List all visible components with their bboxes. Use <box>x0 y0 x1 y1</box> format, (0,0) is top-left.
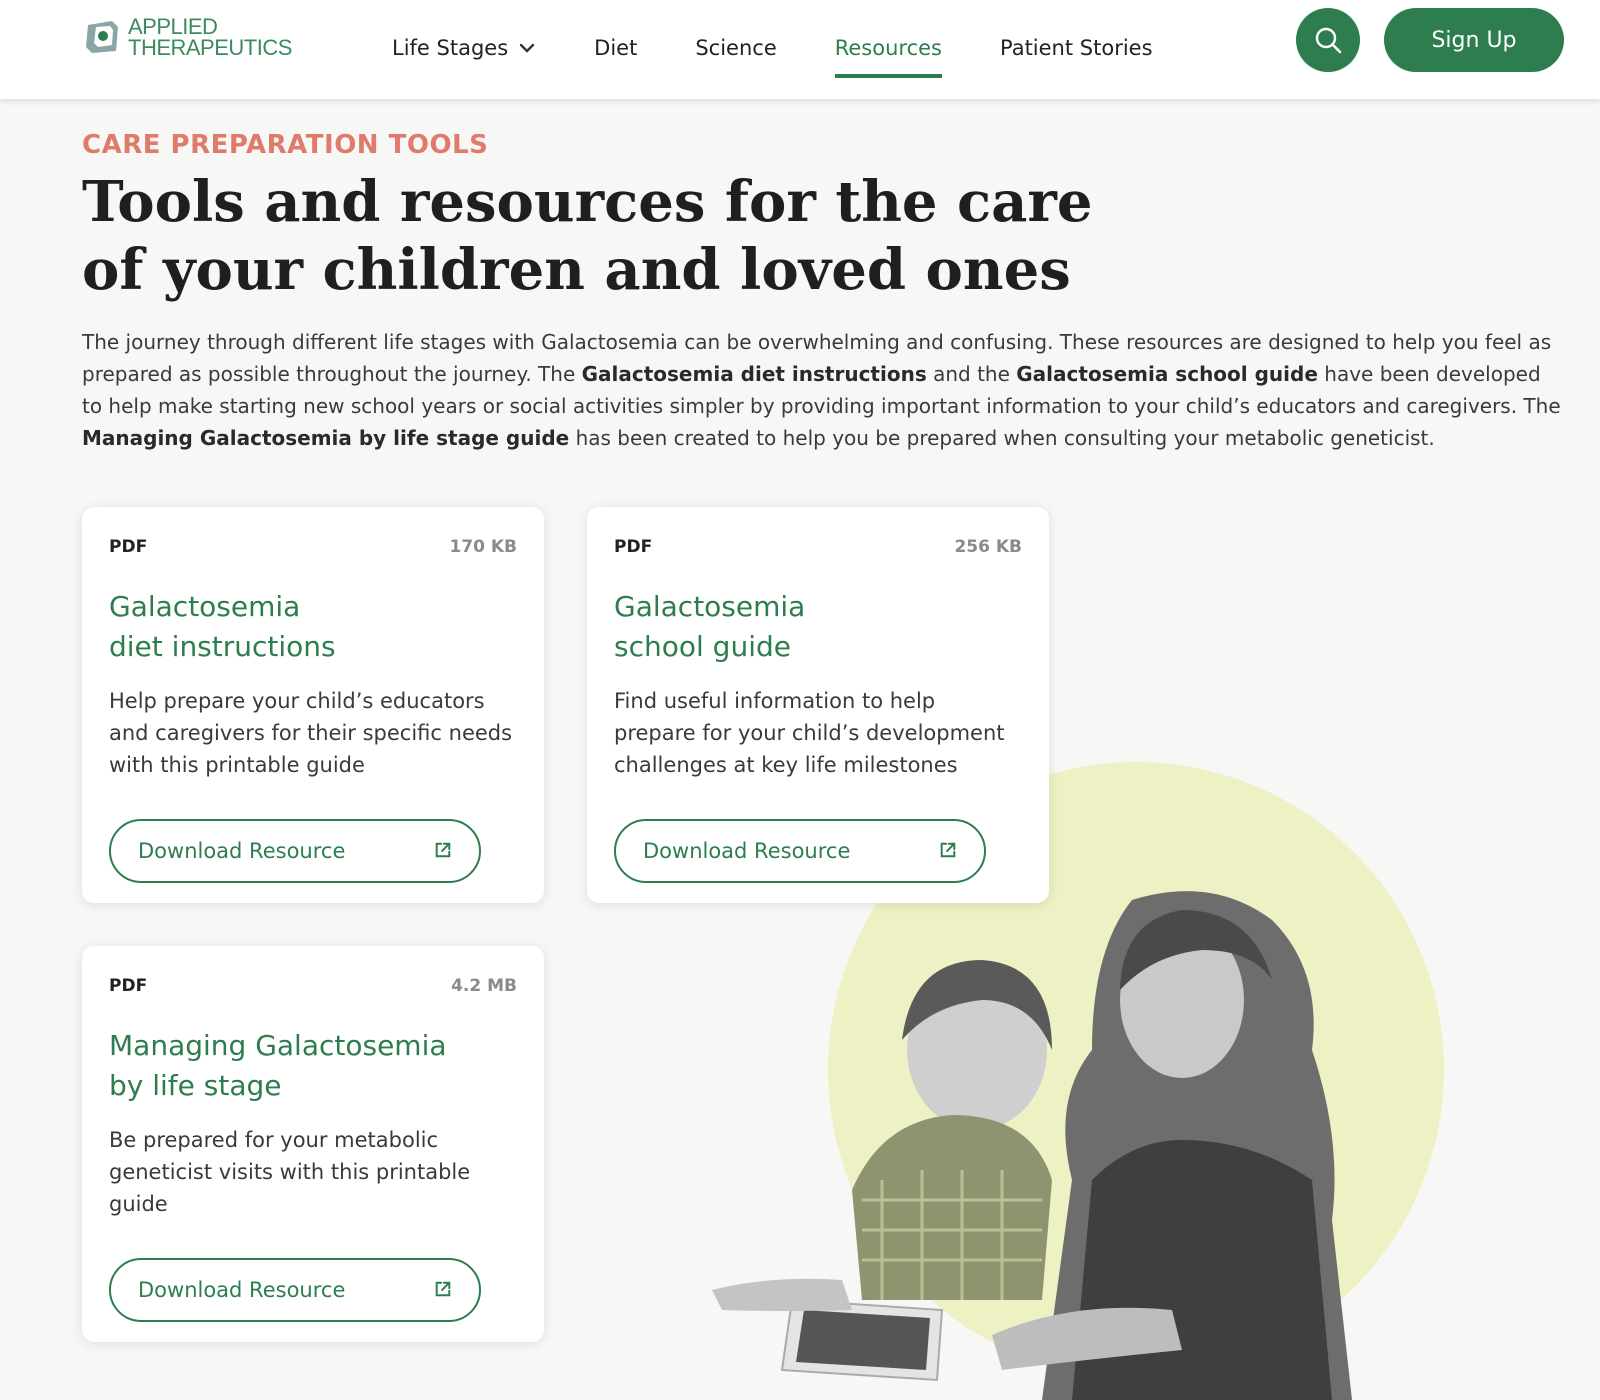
download-button-label: Download Resource <box>138 1278 346 1302</box>
card-description: Find useful information to help prepare … <box>614 689 1005 777</box>
main-nav: Life Stages Diet Science Resources Patie… <box>392 30 1211 78</box>
nav-item-life-stages[interactable]: Life Stages <box>392 30 536 66</box>
download-resource-button[interactable]: Download Resource <box>614 819 986 883</box>
download-resource-button[interactable]: Download Resource <box>109 1258 481 1322</box>
card-meta: PDF 256 KB <box>614 537 1022 557</box>
file-size-label: 256 KB <box>954 537 1022 557</box>
brand-name-line2: THERAPEUTICS <box>128 35 292 60</box>
chevron-down-icon <box>519 43 535 53</box>
nav-item-diet[interactable]: Diet <box>594 30 637 66</box>
file-size-label: 4.2 MB <box>451 976 517 996</box>
download-resource-button[interactable]: Download Resource <box>109 819 481 883</box>
intro-highlight: Galactosemia diet instructions <box>581 362 927 386</box>
card-title[interactable]: Galactosemia diet instructions <box>109 587 517 667</box>
card-meta: PDF 4.2 MB <box>109 976 517 996</box>
mother-and-child-photo <box>712 891 1352 1400</box>
resource-card: PDF 256 KB Galactosemia school guide Fin… <box>587 507 1049 903</box>
intro-text: and the <box>926 362 1017 386</box>
nav-item-patient-stories[interactable]: Patient Stories <box>1000 30 1153 66</box>
card-description: Be prepared for your metabolic geneticis… <box>109 1128 471 1216</box>
external-link-icon <box>435 1281 451 1297</box>
nav-item-resources[interactable]: Resources <box>834 30 943 78</box>
external-link-icon <box>435 842 451 858</box>
nav-item-label: Resources <box>834 36 942 60</box>
site-header: APPLIED THERAPEUTICS Life Stages Diet Sc… <box>0 0 1600 99</box>
intro-highlight: Managing Galactosemia by life stage guid… <box>82 426 570 450</box>
nav-item-label: Science <box>695 36 777 60</box>
card-title[interactable]: Managing Galactosemia by life stage <box>109 1026 517 1106</box>
resource-card: PDF 4.2 MB Managing Galactosemia by life… <box>82 946 544 1342</box>
page-title: Tools and resources for the care of your… <box>82 169 1093 303</box>
file-size-label: 170 KB <box>449 537 517 557</box>
file-type-label: PDF <box>109 976 148 996</box>
nav-item-label: Life Stages <box>392 36 509 60</box>
download-button-label: Download Resource <box>138 839 346 863</box>
nav-item-label: Diet <box>594 36 638 60</box>
resource-card: PDF 170 KB Galactosemia diet instruction… <box>82 507 544 903</box>
nav-item-science[interactable]: Science <box>695 30 776 66</box>
section-eyebrow: CARE PREPARATION TOOLS <box>82 130 489 160</box>
intro-text: has been created to help you be prepared… <box>569 426 1435 450</box>
external-link-icon <box>940 842 956 858</box>
intro-highlight: Galactosemia school guide <box>1016 362 1318 386</box>
card-description: Help prepare your child’s educators and … <box>109 689 513 777</box>
applied-therapeutics-logo-icon <box>82 17 122 57</box>
card-meta: PDF 170 KB <box>109 537 517 557</box>
download-button-label: Download Resource <box>643 839 851 863</box>
nav-item-label: Patient Stories <box>999 36 1153 60</box>
brand-name: APPLIED THERAPEUTICS <box>128 14 292 60</box>
search-icon <box>1315 27 1342 54</box>
intro-paragraph: The journey through different life stage… <box>82 326 1562 454</box>
brand-name-line1: APPLIED <box>128 14 218 39</box>
file-type-label: PDF <box>109 537 148 557</box>
sign-up-button[interactable]: Sign Up <box>1384 8 1564 72</box>
card-title[interactable]: Galactosemia school guide <box>614 587 1022 667</box>
search-button[interactable] <box>1296 8 1360 72</box>
file-type-label: PDF <box>614 537 653 557</box>
brand-logo[interactable]: APPLIED THERAPEUTICS <box>82 14 292 60</box>
